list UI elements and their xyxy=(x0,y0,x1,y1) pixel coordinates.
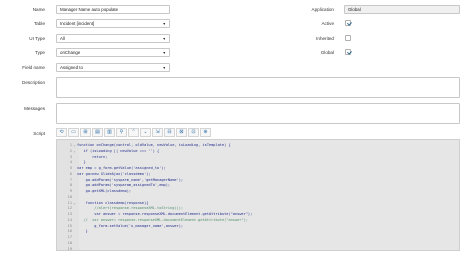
code-text: } xyxy=(77,229,88,234)
ui-type-label: UI Type xyxy=(29,36,45,41)
replace-icon: ▥ xyxy=(107,129,112,135)
code-text: function onChange(control, oldValue, new… xyxy=(77,143,231,147)
code-text: function classdemo(response){ xyxy=(77,200,149,205)
replace-button[interactable]: ▥ xyxy=(104,128,115,137)
check-syntax-icon: ▤ xyxy=(95,129,100,135)
application-value: Global xyxy=(348,7,361,12)
global-label: Global xyxy=(320,50,334,55)
save-icon: ⊠ xyxy=(179,129,184,135)
comment-button[interactable]: ▭ xyxy=(68,128,79,137)
code-text: return; xyxy=(77,154,108,159)
expand-button[interactable]: ⌄ xyxy=(140,128,151,137)
help-icon: ⊕ xyxy=(203,129,208,135)
check-syntax-button[interactable]: ▤ xyxy=(92,128,103,137)
script-debugger-button[interactable]: ⊟ xyxy=(164,128,175,137)
go-to-line-icon: ⇲ xyxy=(155,129,160,135)
line-number: 19 xyxy=(67,246,72,251)
table-value: Incident [incident] xyxy=(60,21,95,26)
script-debugger-icon: ⊟ xyxy=(167,129,172,135)
expand-icon: ⌄ xyxy=(143,129,148,135)
code-text: if (isLoading || newValue === '') { xyxy=(77,148,160,153)
active-checkbox[interactable] xyxy=(345,20,351,26)
inherited-label: Inherited xyxy=(316,36,334,41)
type-label: Type xyxy=(35,50,45,55)
field-name-value: Assigned to xyxy=(60,65,83,70)
full-screen-icon: ⊡ xyxy=(191,129,196,135)
search-icon: ⚲ xyxy=(119,129,124,135)
type-value: onChange xyxy=(60,50,81,55)
save-button[interactable]: ⊠ xyxy=(176,128,187,137)
field-name-select[interactable]: Assigned to ▼ xyxy=(56,63,170,72)
code-text: var answer = response.responseXML.docume… xyxy=(77,212,253,216)
toggle-comment-icon: ⟲ xyxy=(59,129,64,135)
messages-textarea[interactable] xyxy=(56,103,460,124)
name-label: Name xyxy=(32,7,45,12)
field-name-label: Field name xyxy=(22,65,45,70)
collapse-button[interactable]: ⌃ xyxy=(128,128,139,137)
type-select[interactable]: onChange ▼ xyxy=(56,48,170,57)
script-label: Script xyxy=(33,131,45,136)
application-field: Global xyxy=(344,5,460,14)
chevron-down-icon: ▼ xyxy=(162,22,166,26)
full-screen-button[interactable]: ⊡ xyxy=(188,128,199,137)
script-editor[interactable]: 1⌄function onChange(control, oldValue, n… xyxy=(56,139,460,251)
code-text: var ga=new GlideAjax('classdemo'); xyxy=(77,171,151,176)
chevron-down-icon: ▼ xyxy=(162,51,166,55)
format-code-button[interactable]: ⊞ xyxy=(80,128,91,137)
collapse-icon: ⌃ xyxy=(131,129,136,135)
active-label: Active xyxy=(321,21,334,26)
inherited-checkbox[interactable] xyxy=(345,35,351,41)
code-text: // var answer= response.responseXML.docu… xyxy=(77,217,248,222)
name-field[interactable]: Manager Name auto populate xyxy=(56,5,170,14)
messages-label: Messages xyxy=(24,106,45,111)
help-button[interactable]: ⊕ xyxy=(200,128,211,137)
chevron-down-icon: ▼ xyxy=(162,66,166,70)
code-line: 19 xyxy=(57,246,459,251)
format-code-icon: ⊞ xyxy=(83,129,88,135)
go-to-line-button[interactable]: ⇲ xyxy=(152,128,163,137)
code-text: ga.addParam('sysparm_name','getManagerNa… xyxy=(77,177,184,182)
script-toolbar: ⟲ ▭ ⊞ ▤ ▥ ⚲ ⌃ ⌄ ⇲ ⊟ ⊠ ⊡ ⊕ xyxy=(56,128,211,138)
application-label: Application xyxy=(311,7,334,12)
code-text: ga.getXML(classdemo); xyxy=(77,189,132,193)
description-label: Description xyxy=(22,80,45,85)
code-text: //alert(response.responseXML.toString())… xyxy=(77,206,184,211)
code-text: ga.addParam('sysparam_assignedTo',emp); xyxy=(77,183,171,188)
table-select[interactable]: Incident [incident] ▼ xyxy=(56,19,170,28)
search-button[interactable]: ⚲ xyxy=(116,128,127,137)
chevron-down-icon: ▼ xyxy=(162,37,166,41)
toggle-comment-button[interactable]: ⟲ xyxy=(56,128,67,137)
code-text: var emp = g_form.getValue('assigned_to')… xyxy=(77,166,166,170)
ui-type-select[interactable]: All ▼ xyxy=(56,34,170,43)
name-value: Manager Name auto populate xyxy=(60,7,119,12)
comment-icon: ▭ xyxy=(71,129,76,135)
code-text: } xyxy=(77,160,86,165)
description-textarea[interactable] xyxy=(56,77,460,98)
global-checkbox[interactable] xyxy=(345,49,351,55)
ui-type-value: All xyxy=(60,36,65,41)
table-label: Table xyxy=(34,21,45,26)
code-text: g_form.setValue('u_manager_name',answer)… xyxy=(77,223,184,228)
